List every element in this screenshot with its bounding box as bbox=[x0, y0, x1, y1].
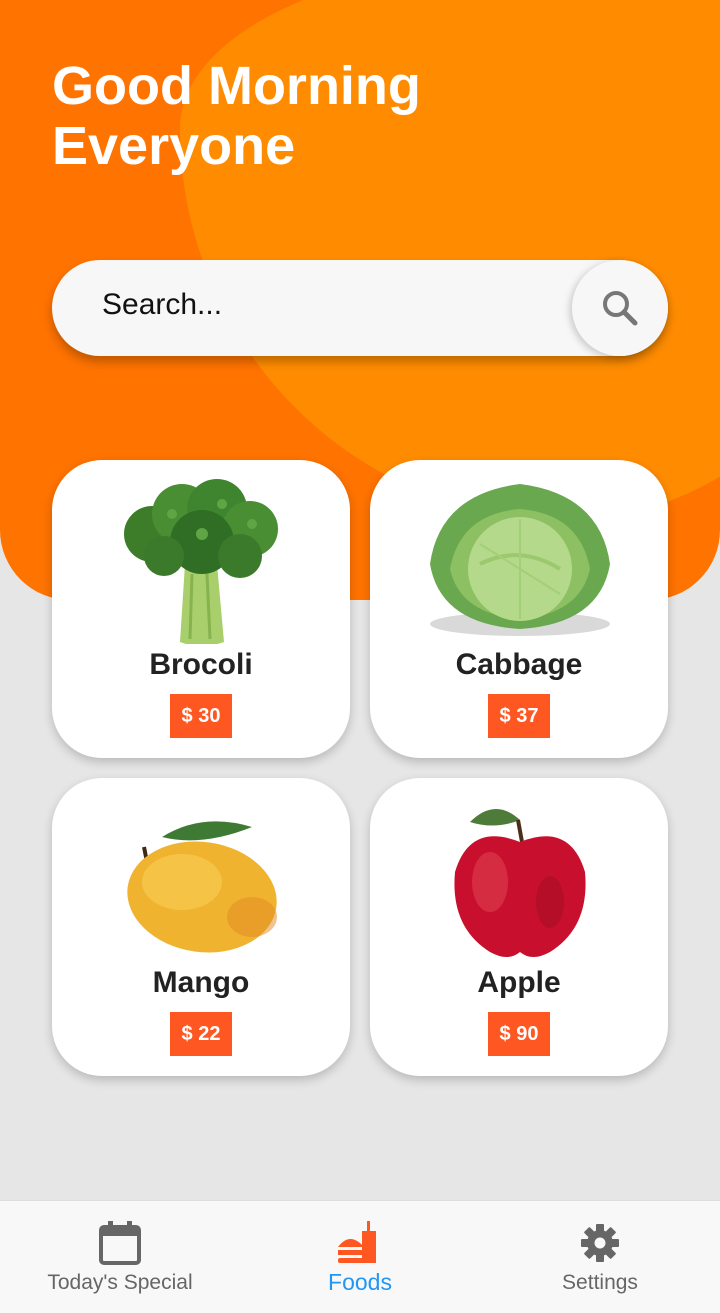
broccoli-image bbox=[124, 479, 278, 644]
nav-label: Today's Special bbox=[47, 1271, 193, 1294]
nav-label: Settings bbox=[562, 1271, 638, 1294]
bottom-navigation: Today's Special Foods Settings bbox=[0, 1200, 720, 1313]
nav-item-foods[interactable]: Foods bbox=[240, 1219, 480, 1309]
greeting-line-1: Good Morning bbox=[52, 56, 421, 116]
price-badge: $ 22 bbox=[170, 1012, 232, 1056]
price-badge: $ 37 bbox=[488, 694, 550, 738]
apple-image bbox=[454, 808, 586, 957]
cabbage-image bbox=[430, 484, 610, 636]
product-card-brocoli[interactable]: Brocoli $ 30 bbox=[52, 460, 350, 758]
product-card-apple[interactable]: Apple $ 90 bbox=[370, 778, 668, 1076]
price-badge: $ 90 bbox=[488, 1012, 550, 1056]
greeting-line-2: Everyone bbox=[52, 116, 296, 176]
product-name: Mango bbox=[152, 966, 250, 999]
product-name: Brocoli bbox=[149, 648, 253, 681]
search-button[interactable] bbox=[572, 260, 668, 356]
product-card-mango[interactable]: Mango $ 22 bbox=[52, 778, 350, 1076]
gear-icon bbox=[581, 1224, 619, 1262]
search-input[interactable]: Search... bbox=[102, 288, 222, 322]
search-icon bbox=[603, 291, 638, 326]
price-badge: $ 30 bbox=[170, 694, 232, 738]
product-name: Cabbage bbox=[455, 648, 583, 681]
product-card-cabbage[interactable]: Cabbage $ 37 bbox=[370, 460, 668, 758]
mango-image bbox=[127, 821, 277, 953]
calendar-icon bbox=[99, 1221, 141, 1265]
search-bar[interactable]: Search... bbox=[52, 260, 668, 356]
nav-label: Foods bbox=[328, 1269, 392, 1295]
fastfood-icon bbox=[338, 1221, 376, 1263]
product-name: Apple bbox=[477, 966, 561, 999]
greeting-title: Good Morning Everyone bbox=[52, 56, 472, 176]
nav-item-settings[interactable]: Settings bbox=[480, 1219, 720, 1309]
nav-item-todays-special[interactable]: Today's Special bbox=[0, 1219, 240, 1309]
